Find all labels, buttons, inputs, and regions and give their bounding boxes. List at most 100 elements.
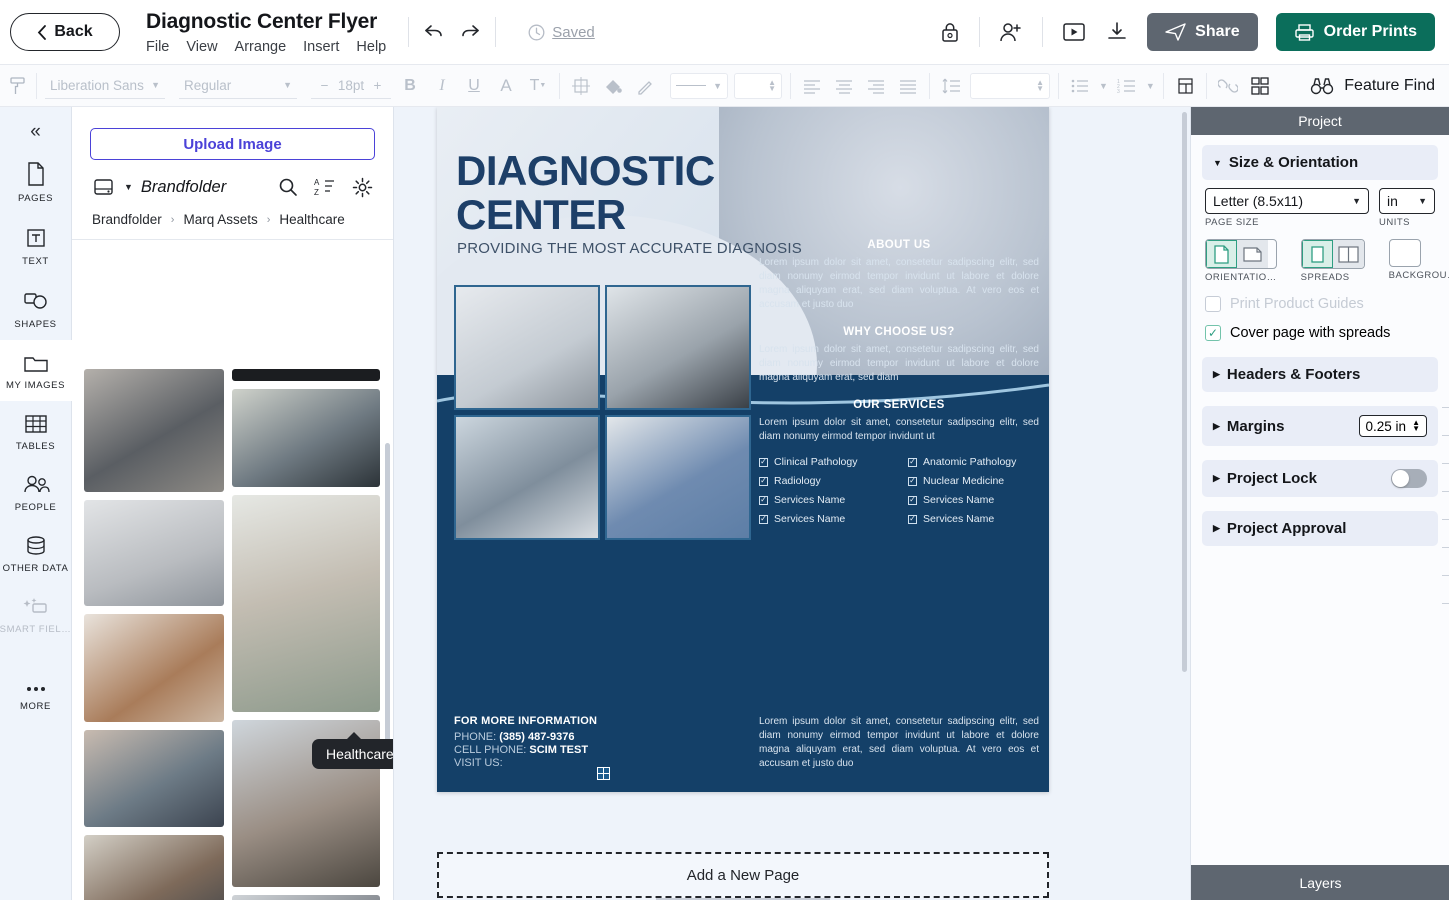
menu-arrange[interactable]: Arrange — [235, 39, 287, 55]
sidebar-item-tables[interactable]: TABLES — [0, 401, 72, 462]
sidebar-item-people[interactable]: PEOPLE — [0, 462, 72, 523]
layers-button[interactable]: Layers — [1191, 865, 1449, 900]
background-swatch-button[interactable] — [1389, 239, 1421, 267]
breadcrumb-item-healthcare[interactable]: Healthcare — [279, 212, 344, 227]
asset-thumbnail[interactable] — [232, 495, 380, 712]
cover-page-with-spreads-row[interactable]: ✓ Cover page with spreads — [1205, 325, 1435, 341]
asset-thumbnail[interactable] — [84, 835, 224, 900]
font-color-button[interactable]: A — [493, 73, 519, 99]
asset-thumbnail[interactable] — [232, 369, 380, 381]
menu-view[interactable]: View — [186, 39, 217, 55]
accordion-headers-footers[interactable]: ▶Headers & Footers — [1202, 357, 1438, 392]
document-page[interactable]: DIAGNOSTIC CENTER PROVIDING THE MOST ACC… — [437, 107, 1049, 792]
sidebar-item-other-data[interactable]: OTHER DATA — [0, 523, 72, 584]
spreads-single-option[interactable] — [1302, 240, 1333, 268]
link-icon[interactable] — [1215, 73, 1241, 99]
font-style-select[interactable]: Regular ▼ — [179, 73, 297, 99]
download-icon[interactable] — [1105, 20, 1129, 44]
sidebar-item-text[interactable]: TEXT — [0, 214, 72, 277]
font-size-decrease[interactable]: − — [321, 78, 329, 93]
menu-insert[interactable]: Insert — [303, 39, 339, 55]
asset-thumbnail[interactable] — [232, 895, 380, 900]
chevron-down-icon[interactable]: ▼ — [124, 182, 133, 192]
stepper-arrows-icon[interactable]: ▲▼ — [1036, 80, 1044, 92]
italic-button[interactable]: I — [429, 73, 455, 99]
orientation-segmented-control[interactable] — [1205, 239, 1277, 269]
fill-color-icon[interactable] — [600, 73, 626, 99]
page-size-select[interactable]: Letter (8.5x11) ▼ — [1205, 188, 1369, 214]
redo-icon[interactable] — [459, 23, 481, 41]
accordion-size-orientation[interactable]: ▼Size & Orientation — [1202, 145, 1438, 180]
present-icon[interactable] — [1061, 21, 1087, 43]
layout-grid-icon[interactable] — [1247, 73, 1273, 99]
sidebar-item-pages[interactable]: PAGES — [0, 149, 72, 214]
align-justify-icon[interactable] — [895, 73, 921, 99]
asset-thumbnail[interactable] — [84, 730, 224, 827]
collapse-panel-button[interactable]: « — [0, 115, 71, 149]
sidebar-item-smart-fields[interactable]: SMART FIEL… — [0, 584, 72, 645]
align-left-icon[interactable] — [799, 73, 825, 99]
text-options-button[interactable]: T▼ — [525, 73, 551, 99]
line-spacing-icon[interactable] — [938, 73, 964, 99]
canvas-area[interactable]: DIAGNOSTIC CENTER PROVIDING THE MOST ACC… — [394, 107, 1190, 900]
align-center-icon[interactable] — [831, 73, 857, 99]
order-prints-button[interactable]: Order Prints — [1276, 13, 1435, 51]
margins-stepper[interactable]: 0.25 in ▲▼ — [1359, 415, 1427, 437]
print-product-guides-row[interactable]: Print Product Guides — [1205, 296, 1435, 312]
spreads-segmented-control[interactable] — [1301, 239, 1365, 269]
units-select[interactable]: in ▼ — [1379, 188, 1435, 214]
line-style-select[interactable]: ▼ — [670, 73, 728, 99]
saved-status[interactable]: Saved — [528, 24, 595, 41]
orientation-landscape-option[interactable] — [1237, 240, 1268, 268]
font-size-increase[interactable]: + — [373, 78, 381, 93]
font-size-stepper[interactable]: − 18pt + — [311, 73, 391, 99]
upload-image-button[interactable]: Upload Image — [90, 128, 375, 160]
numbered-list-chevron-icon[interactable]: ▼ — [1146, 81, 1155, 91]
breadcrumb-item-brandfolder[interactable]: Brandfolder — [92, 212, 162, 227]
sort-az-icon[interactable]: AZ — [314, 177, 336, 197]
underline-button[interactable]: U — [461, 73, 487, 99]
sidebar-item-more[interactable]: MORE — [0, 671, 72, 722]
bulleted-list-icon[interactable] — [1067, 73, 1093, 99]
share-button[interactable]: Share — [1147, 13, 1257, 51]
line-color-icon[interactable] — [632, 73, 658, 99]
menu-help[interactable]: Help — [356, 39, 386, 55]
font-family-select[interactable]: Liberation Sans ▼ — [45, 73, 165, 99]
orientation-portrait-option[interactable] — [1206, 240, 1237, 268]
menu-file[interactable]: File — [146, 39, 169, 55]
asset-grid[interactable] — [72, 369, 394, 900]
align-right-icon[interactable] — [863, 73, 889, 99]
undo-icon[interactable] — [423, 23, 445, 41]
asset-thumbnail[interactable] — [84, 369, 224, 492]
lock-icon[interactable] — [939, 20, 961, 44]
accordion-margins[interactable]: ▶Margins 0.25 in ▲▼ — [1202, 406, 1438, 446]
format-painter-icon[interactable] — [8, 73, 28, 99]
checkbox-checked-icon[interactable]: ✓ — [1205, 325, 1221, 341]
asset-thumbnail[interactable] — [232, 389, 380, 487]
sidebar-item-shapes[interactable]: SHAPES — [0, 277, 72, 340]
spreads-double-option[interactable] — [1333, 240, 1364, 268]
table-icon[interactable] — [1172, 73, 1198, 99]
line-spacing-input[interactable]: ▲▼ — [970, 73, 1050, 99]
bulleted-list-chevron-icon[interactable]: ▼ — [1099, 81, 1108, 91]
asset-panel-scrollbar[interactable] — [385, 443, 390, 763]
asset-thumbnail[interactable] — [84, 500, 224, 606]
accordion-project-lock[interactable]: ▶Project Lock — [1202, 460, 1438, 497]
accordion-project-approval[interactable]: ▶Project Approval — [1202, 511, 1438, 546]
crop-icon[interactable] — [568, 73, 594, 99]
gear-icon[interactable] — [352, 177, 373, 198]
canvas-scrollbar[interactable] — [1182, 112, 1187, 672]
add-user-icon[interactable] — [998, 20, 1024, 44]
asset-thumbnail[interactable] — [84, 614, 224, 722]
sidebar-item-my-images[interactable]: MY IMAGES — [0, 340, 72, 401]
breadcrumb-item-marq-assets[interactable]: Marq Assets — [183, 212, 257, 227]
back-button[interactable]: Back — [10, 13, 120, 51]
line-weight-input[interactable]: ▲▼ — [734, 73, 782, 99]
stepper-arrows-icon[interactable]: ▲▼ — [1412, 420, 1420, 432]
add-new-page-button[interactable]: Add a New Page — [437, 852, 1049, 898]
bold-button[interactable]: B — [397, 73, 423, 99]
stepper-arrows-icon[interactable]: ▲▼ — [768, 80, 776, 92]
project-lock-toggle[interactable] — [1391, 469, 1427, 488]
feature-find-button[interactable]: Feature Find — [1310, 76, 1449, 96]
checkbox-icon[interactable] — [1205, 296, 1221, 312]
